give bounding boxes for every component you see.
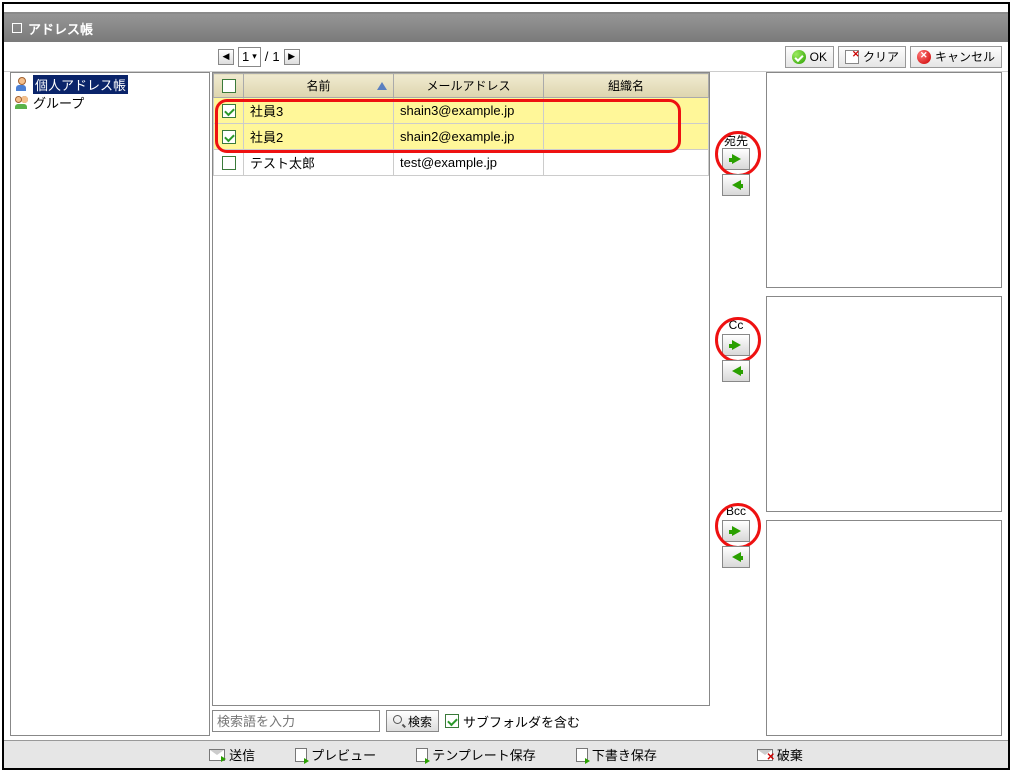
cell-mail: shain3@example.jp — [394, 98, 544, 124]
table-row[interactable]: 社員2 shain2@example.jp — [214, 124, 709, 150]
group-icon — [15, 95, 29, 109]
cell-mail: test@example.jp — [394, 150, 544, 176]
sort-asc-icon — [377, 82, 387, 90]
page-separator: / — [265, 49, 269, 64]
pager: ◀ 1 ▾ / 1 ▶ — [218, 47, 300, 67]
header-name[interactable]: 名前 — [244, 74, 394, 98]
add-bcc-button[interactable] — [722, 520, 750, 542]
page-prev-button[interactable]: ◀ — [218, 49, 234, 65]
arrow-right-icon — [732, 340, 741, 350]
draft-save-button[interactable]: 下書き保存 — [576, 745, 657, 764]
contacts-table: 名前 メールアドレス 組織名 社員3 shain3@example.jp — [212, 72, 710, 706]
draft-icon — [576, 748, 588, 762]
cell-name: 社員2 — [244, 124, 394, 150]
clear-icon — [845, 50, 859, 64]
sidebar: 個人アドレス帳 グループ — [10, 72, 210, 736]
sidebar-item-label: グループ — [33, 93, 84, 112]
header-mail[interactable]: メールアドレス — [394, 74, 544, 98]
page-next-button[interactable]: ▶ — [284, 49, 300, 65]
bcc-list[interactable] — [766, 520, 1002, 736]
bcc-label: Bcc — [712, 504, 760, 518]
include-subfolder-toggle[interactable]: サブフォルダを含む — [445, 712, 580, 731]
clear-button[interactable]: クリア — [838, 46, 906, 68]
window-icon — [12, 23, 22, 33]
subfolder-label: サブフォルダを含む — [463, 712, 580, 731]
to-label: 宛先 — [712, 132, 760, 146]
cell-name: テスト太郎 — [244, 150, 394, 176]
row-checkbox[interactable] — [222, 104, 236, 118]
search-button[interactable]: 検索 — [386, 710, 439, 732]
remove-to-button[interactable] — [722, 174, 750, 196]
sidebar-item-group[interactable]: グループ — [13, 93, 207, 111]
chevron-down-icon: ▾ — [252, 51, 257, 62]
cancel-button[interactable]: キャンセル — [910, 46, 1002, 68]
cancel-label: キャンセル — [935, 48, 995, 65]
clear-label: クリア — [863, 48, 899, 65]
search-input[interactable] — [212, 710, 380, 732]
discard-button[interactable]: ✕ 破棄 — [757, 745, 803, 764]
cancel-icon — [917, 50, 931, 64]
page-total: 1 — [272, 49, 279, 64]
cc-list[interactable] — [766, 296, 1002, 512]
header-checkbox-cell[interactable] — [214, 74, 244, 98]
arrow-right-icon — [732, 526, 741, 536]
row-checkbox[interactable] — [222, 130, 236, 144]
ok-label: OK — [810, 50, 827, 64]
send-button[interactable]: 送信 — [209, 745, 255, 764]
arrow-left-icon — [732, 180, 741, 190]
sidebar-item-label: 個人アドレス帳 — [33, 75, 128, 94]
arrow-right-icon — [732, 154, 741, 164]
remove-bcc-button[interactable] — [722, 546, 750, 568]
to-list[interactable] — [766, 72, 1002, 288]
window-title: アドレス帳 — [28, 19, 93, 38]
ok-button[interactable]: OK — [785, 46, 834, 68]
preview-button[interactable]: プレビュー — [295, 745, 376, 764]
add-cc-button[interactable] — [722, 334, 750, 356]
cell-name: 社員3 — [244, 98, 394, 124]
bottom-toolbar: 送信 プレビュー テンプレート保存 下書き保存 ✕ 破棄 — [4, 740, 1008, 768]
cell-mail: shain2@example.jp — [394, 124, 544, 150]
preview-icon — [295, 748, 307, 762]
subfolder-checkbox[interactable] — [445, 714, 459, 728]
arrow-left-icon — [732, 552, 741, 562]
cc-label: Cc — [712, 318, 760, 332]
row-checkbox[interactable] — [222, 156, 236, 170]
window-titlebar: アドレス帳 — [4, 14, 1008, 42]
cell-org — [544, 98, 709, 124]
template-icon — [416, 748, 428, 762]
discard-icon: ✕ — [757, 749, 773, 761]
select-all-checkbox[interactable] — [222, 79, 236, 93]
header-org[interactable]: 組織名 — [544, 74, 709, 98]
cell-org — [544, 124, 709, 150]
sidebar-item-personal[interactable]: 個人アドレス帳 — [13, 75, 207, 93]
mail-icon — [209, 749, 225, 761]
table-row[interactable]: テスト太郎 test@example.jp — [214, 150, 709, 176]
search-button-label: 検索 — [408, 713, 432, 730]
person-icon — [15, 77, 29, 91]
ok-icon — [792, 50, 806, 64]
arrow-left-icon — [732, 366, 741, 376]
add-to-button[interactable] — [722, 148, 750, 170]
remove-cc-button[interactable] — [722, 360, 750, 382]
template-save-button[interactable]: テンプレート保存 — [416, 745, 536, 764]
page-select[interactable]: 1 ▾ — [238, 47, 261, 67]
page-current: 1 — [242, 49, 249, 64]
cell-org — [544, 150, 709, 176]
search-icon — [393, 715, 405, 727]
table-row[interactable]: 社員3 shain3@example.jp — [214, 98, 709, 124]
